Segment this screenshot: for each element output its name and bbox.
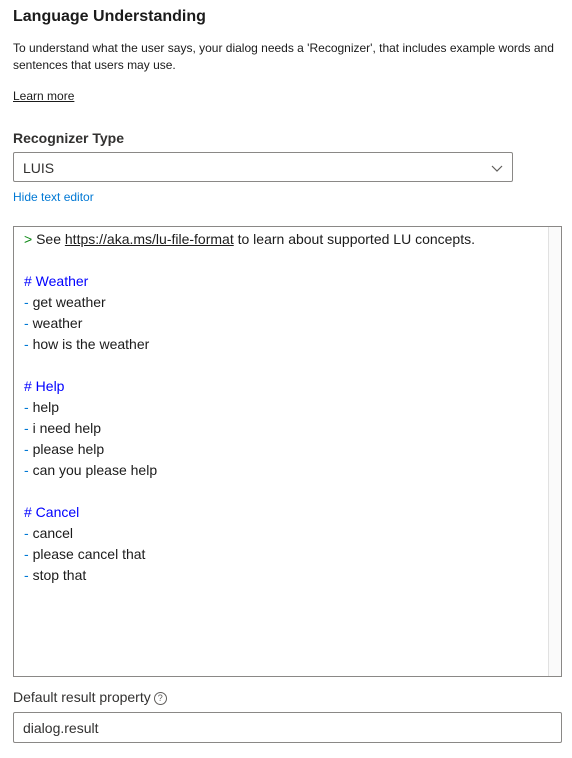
intent-heading: # Weather (24, 273, 89, 289)
utterance-dash: - (24, 441, 33, 457)
utterance-text: cancel (32, 525, 74, 541)
utterance-dash: - (24, 525, 33, 541)
utterance-line: - get weather (24, 292, 475, 313)
utterance-dash: - (24, 567, 33, 583)
utterance-dash: - (24, 294, 33, 310)
comment-text-pre: See (32, 231, 65, 247)
utterance-text: please help (32, 441, 105, 457)
comment-text-post: to learn about supported LU concepts. (233, 231, 475, 247)
info-icon[interactable]: ? (153, 692, 167, 705)
utterance-text: weather (32, 315, 83, 331)
editor-scrollbar[interactable] (548, 227, 561, 676)
utterance-line: - stop that (24, 565, 475, 586)
utterance-line: - cancel (24, 523, 475, 544)
lu-format-link[interactable]: https://aka.ms/lu-file-format (65, 231, 234, 247)
editor-lines: > See https://aka.ms/lu-file-format to l… (24, 229, 475, 586)
utterance-line: - i need help (24, 418, 475, 439)
utterance-line: - help (24, 397, 475, 418)
utterance-text: please cancel that (32, 546, 146, 562)
utterance-line: - please help (24, 439, 475, 460)
utterance-dash: - (24, 336, 33, 352)
learn-more-link[interactable]: Learn more (13, 89, 74, 103)
utterance-text: i need help (32, 420, 102, 436)
section-title: Language Understanding (13, 8, 206, 25)
utterance-text: stop that (32, 567, 87, 583)
comment-marker: > (24, 231, 33, 247)
utterance-line: - can you please help (24, 460, 475, 481)
utterance-line: - how is the weather (24, 334, 475, 355)
comment-line: > See https://aka.ms/lu-file-format to l… (24, 229, 475, 250)
chevron-down-icon (491, 165, 503, 172)
utterance-dash: - (24, 315, 33, 331)
utterance-line: - weather (24, 313, 475, 334)
recognizer-type-dropdown[interactable]: LUIS (13, 152, 513, 182)
utterance-text: can you please help (32, 462, 158, 478)
utterance-dash: - (24, 546, 33, 562)
utterance-text: help (32, 399, 60, 415)
hide-text-editor-link[interactable]: Hide text editor (13, 190, 94, 204)
intent-heading: # Cancel (24, 504, 80, 520)
utterance-line: - please cancel that (24, 544, 475, 565)
utterance-text: how is the weather (32, 336, 150, 352)
utterance-dash: - (24, 462, 33, 478)
result-property-label: Default result property? (13, 689, 167, 705)
intent-heading: # Help (24, 378, 65, 394)
recognizer-type-label: Recognizer Type (13, 130, 124, 146)
utterance-dash: - (24, 420, 33, 436)
result-property-input[interactable] (13, 712, 562, 743)
recognizer-type-value: LUIS (23, 160, 55, 176)
lu-text-editor[interactable]: > See https://aka.ms/lu-file-format to l… (13, 226, 562, 677)
utterance-text: get weather (32, 294, 106, 310)
section-description: To understand what the user says, your d… (13, 41, 554, 72)
utterance-dash: - (24, 399, 33, 415)
result-property-label-text: Default result property (13, 689, 151, 705)
